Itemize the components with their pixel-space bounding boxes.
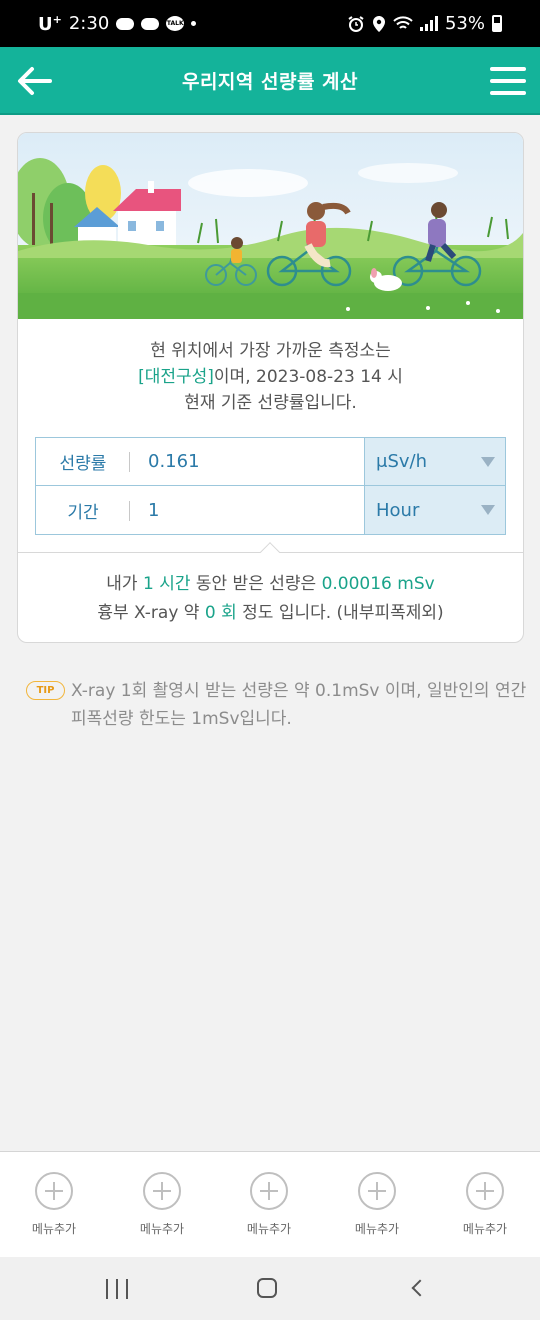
bottom-menu-bar: 메뉴추가 메뉴추가 메뉴추가 메뉴추가 메뉴추가 xyxy=(0,1151,540,1257)
calculator-table: 선량률 0.161 μSv/h 기간 1 Hour xyxy=(35,437,506,535)
dose-rate-unit-value: μSv/h xyxy=(376,451,428,472)
add-menu-button[interactable]: 메뉴추가 xyxy=(117,1172,207,1237)
tip-text: X-ray 1회 촬영시 받는 선량은 약 0.1mSv 이며, 일반인의 연간… xyxy=(71,681,527,729)
recent-apps-icon-line xyxy=(126,1279,128,1299)
app-header: 우리지역 선량률 계산 xyxy=(0,47,540,115)
period-unit-select[interactable]: Hour xyxy=(364,486,505,534)
carrier-text: U xyxy=(38,13,53,35)
info-line-1: 현 위치에서 가장 가까운 측정소는 xyxy=(150,341,391,361)
battery-percent: 53% xyxy=(444,13,485,34)
menu-button[interactable] xyxy=(490,63,526,99)
period-row: 기간 1 Hour xyxy=(36,486,505,534)
dose-rate-unit-select[interactable]: μSv/h xyxy=(364,438,505,485)
carrier-label: U+ xyxy=(38,13,62,35)
signal-icon xyxy=(419,16,438,31)
add-menu-label: 메뉴추가 xyxy=(139,1222,185,1236)
plus-circle-icon xyxy=(358,1172,396,1210)
add-menu-label: 메뉴추가 xyxy=(31,1222,77,1236)
plus-circle-icon xyxy=(143,1172,181,1210)
hamburger-line xyxy=(490,79,526,83)
location-icon xyxy=(372,15,385,32)
hamburger-line xyxy=(490,91,526,95)
result-summary: 내가 1 시간 동안 받은 선량은 0.00016 mSv 흉부 X-ray 약… xyxy=(18,570,523,628)
dose-rate-row: 선량률 0.161 μSv/h xyxy=(36,438,505,486)
result-xray-count: 0 회 xyxy=(204,603,237,623)
kakaotalk-icon: TALK xyxy=(166,16,185,31)
plus-circle-icon xyxy=(35,1172,73,1210)
notification-dot-icon xyxy=(191,21,197,26)
plus-circle-icon xyxy=(250,1172,288,1210)
add-menu-button[interactable]: 메뉴추가 xyxy=(440,1172,530,1237)
wifi-icon xyxy=(393,15,413,29)
result-line-1: 내가 1 시간 동안 받은 선량은 0.00016 mSv xyxy=(18,570,523,599)
station-info: 현 위치에서 가장 가까운 측정소는 [대전구성]이며, 2023-08-23 … xyxy=(18,338,523,416)
result-hours: 1 시간 xyxy=(142,574,191,594)
dropdown-arrow-icon xyxy=(481,456,495,467)
home-button[interactable] xyxy=(257,1278,277,1298)
result-text: 내가 xyxy=(106,574,138,594)
status-bar: U+ 2:30 TALK 53% xyxy=(0,0,540,47)
recent-apps-icon xyxy=(106,1279,108,1299)
dose-rate-input[interactable]: 0.161 xyxy=(130,438,364,485)
family-cycling-illustration xyxy=(18,133,523,319)
alarm-icon xyxy=(348,15,364,32)
result-dose: 0.00016 mSv xyxy=(321,574,435,594)
info-line-2: [대전구성]이며, 2023-08-23 14 시 xyxy=(18,364,523,390)
info-line-3: 현재 기준 선량률입니다. xyxy=(184,393,357,413)
add-menu-label: 메뉴추가 xyxy=(354,1222,400,1236)
recent-apps-icon-line xyxy=(116,1279,118,1299)
period-unit-value: Hour xyxy=(376,499,420,521)
add-menu-label: 메뉴추가 xyxy=(246,1222,292,1236)
info-line-2-rest: 이며, 2023-08-23 14 시 xyxy=(213,367,403,387)
system-nav-bar xyxy=(0,1257,540,1320)
add-menu-button[interactable]: 메뉴추가 xyxy=(332,1172,422,1237)
add-menu-button[interactable]: 메뉴추가 xyxy=(224,1172,314,1237)
result-text: 동안 받은 선량은 xyxy=(195,574,317,594)
back-button[interactable] xyxy=(14,61,54,101)
page-title: 우리지역 선량률 계산 xyxy=(181,70,359,93)
carrier-sup: + xyxy=(52,12,62,26)
result-line-2: 흉부 X-ray 약 0 회 정도 입니다. (내부피폭제외) xyxy=(18,599,523,628)
result-text: 정도 입니다. (내부피폭제외) xyxy=(242,603,444,623)
dose-rate-label: 선량률 xyxy=(36,449,130,474)
recent-apps-button[interactable] xyxy=(106,1279,128,1299)
hamburger-menu-icon xyxy=(490,67,526,71)
result-text: 흉부 X-ray 약 xyxy=(97,603,200,623)
battery-icon xyxy=(492,15,502,32)
arrow-left-icon xyxy=(18,67,52,95)
cloud-icon xyxy=(141,17,160,30)
plus-circle-icon xyxy=(466,1172,504,1210)
add-menu-button[interactable]: 메뉴추가 xyxy=(9,1172,99,1237)
weather-icon xyxy=(116,17,135,30)
clock: 2:30 xyxy=(68,13,110,34)
add-menu-label: 메뉴추가 xyxy=(462,1222,508,1236)
dose-card: 현 위치에서 가장 가까운 측정소는 [대전구성]이며, 2023-08-23 … xyxy=(17,132,524,643)
dropdown-arrow-icon xyxy=(481,505,495,515)
banner-illustration xyxy=(18,133,523,319)
divider-notch xyxy=(260,542,280,562)
station-name: [대전구성] xyxy=(138,367,214,387)
period-label: 기간 xyxy=(36,498,130,523)
tip-badge: TIP xyxy=(26,681,65,700)
nav-back-button[interactable] xyxy=(411,1279,429,1297)
period-input[interactable]: 1 xyxy=(130,486,364,534)
